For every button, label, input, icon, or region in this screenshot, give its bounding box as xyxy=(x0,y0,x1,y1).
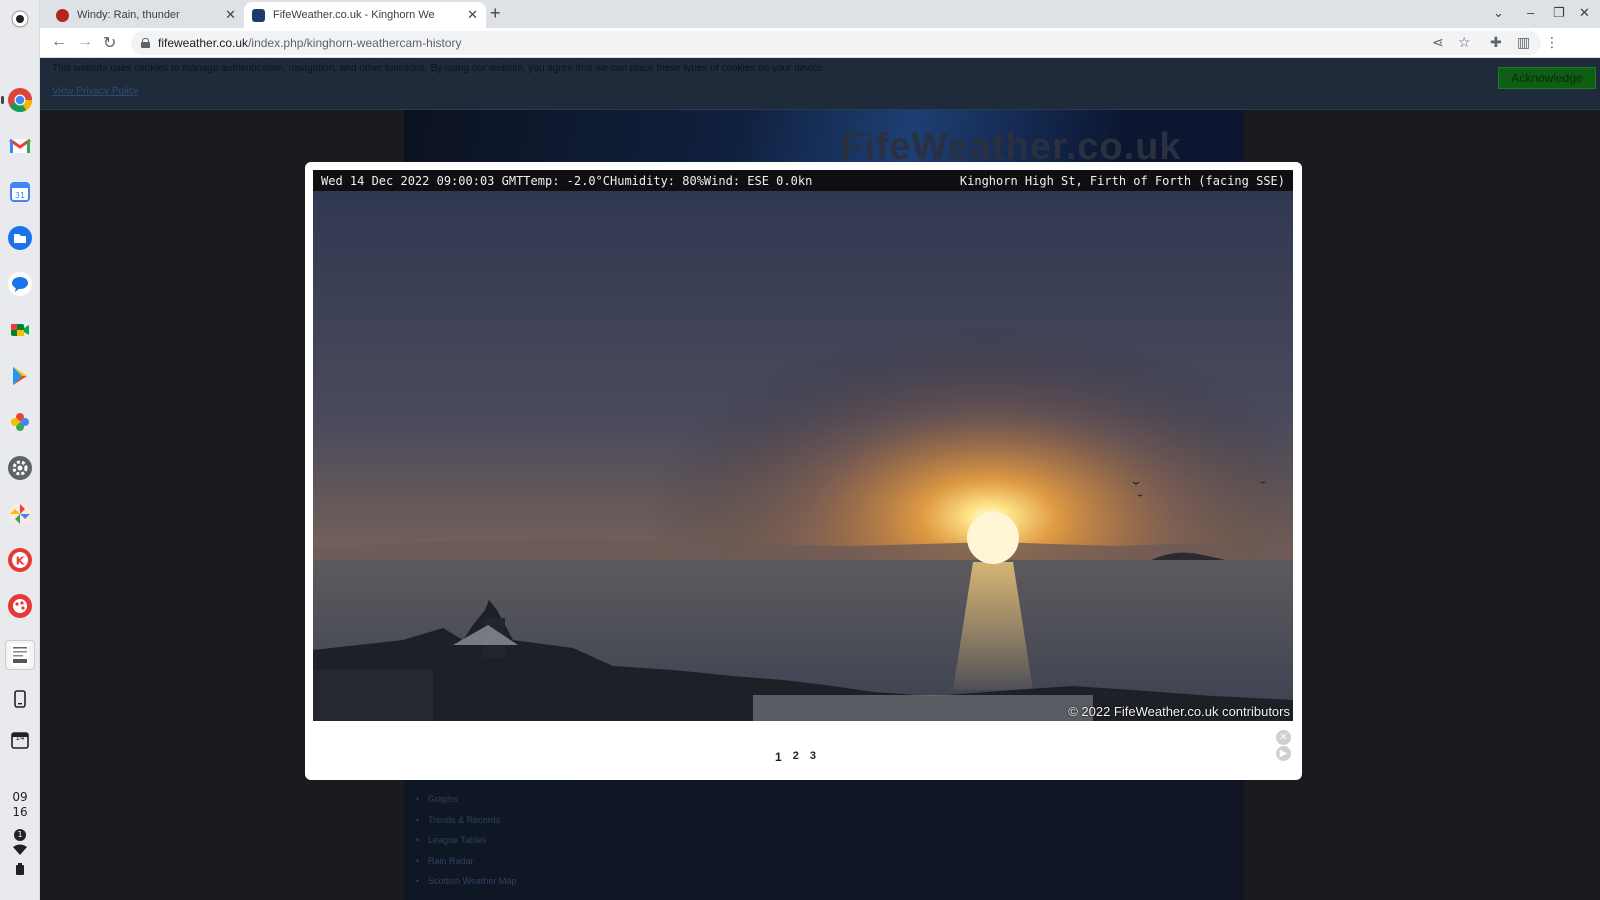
windy-favicon-icon xyxy=(56,8,69,22)
play-circle-icon[interactable]: ▶ xyxy=(1276,746,1291,761)
menu-item-trends-records[interactable]: Trends & Records xyxy=(416,815,500,825)
cookie-text: This website uses cookies to manage auth… xyxy=(52,63,826,74)
files-app[interactable] xyxy=(5,223,35,253)
menu-item-scottish-weather-map[interactable]: Scottish Weather Map xyxy=(416,876,516,886)
wifi-icon[interactable] xyxy=(4,844,36,859)
url-host: fifeweather.co.uk xyxy=(158,36,249,50)
clock-minute[interactable]: 16 xyxy=(4,805,36,819)
clock-hour[interactable]: 09 xyxy=(4,790,36,804)
gear-icon xyxy=(8,456,32,480)
palette-icon xyxy=(8,594,32,618)
pinwheel-icon xyxy=(9,503,31,525)
fifeweather-favicon-icon xyxy=(252,8,265,22)
launcher-button[interactable] xyxy=(5,4,35,34)
bookmark-star-icon[interactable]: ☆ xyxy=(1458,34,1471,51)
close-tab-icon[interactable]: ✕ xyxy=(225,7,236,23)
gmail-icon xyxy=(9,138,31,153)
side-panel-icon[interactable]: ▥ xyxy=(1517,34,1530,51)
new-tab-plus-icon[interactable]: + xyxy=(490,3,501,24)
launcher-icon xyxy=(11,10,29,28)
files-icon xyxy=(8,226,32,250)
running-indicator xyxy=(1,96,4,104)
phone-icon xyxy=(14,690,26,708)
webcam-copyright: © 2022 FifeWeather.co.uk contributors xyxy=(1068,704,1290,719)
sunrise-scene-image xyxy=(313,170,1293,721)
meet-icon xyxy=(11,324,29,336)
chrome-icon xyxy=(8,88,32,113)
kinemaster-app[interactable]: K xyxy=(5,545,35,575)
paint-app[interactable] xyxy=(5,591,35,621)
battery-icon[interactable] xyxy=(4,863,36,878)
page-1-link[interactable]: 1 xyxy=(775,750,782,764)
url-path: /index.php/kinghorn-weathercam-history xyxy=(248,36,462,50)
tab-search-chevron-icon[interactable]: ⌄ xyxy=(1493,5,1504,21)
play-store-icon xyxy=(13,367,27,385)
calendar-date-button[interactable]: 14 xyxy=(5,725,35,755)
lock-icon[interactable] xyxy=(141,38,150,48)
webcam-wind: Wind: ESE 0.0kn xyxy=(703,173,813,188)
menu-item-graphs[interactable]: Graphs xyxy=(416,794,457,804)
photos-icon xyxy=(11,413,29,431)
tab-windy[interactable]: Windy: Rain, thunder ✕ xyxy=(48,2,244,28)
pinwheel-app[interactable] xyxy=(5,499,35,529)
webcam-lightbox: Wed 14 Dec 2022 09:00:03 GMT Temp: -2.0°… xyxy=(305,162,1302,780)
notification-count: 1 xyxy=(14,829,26,841)
privacy-policy-link[interactable]: View Privacy Policy xyxy=(52,86,139,97)
close-window-icon[interactable]: ✕ xyxy=(1579,5,1590,21)
os-shelf: 31 K 14 09 16 1 xyxy=(0,0,40,900)
notification-badge[interactable]: 1 xyxy=(4,826,36,841)
chat-icon xyxy=(8,272,32,296)
address-bar[interactable]: fifeweather.co.uk/index.php/kinghorn-wea… xyxy=(131,31,1541,55)
tab-fifeweather[interactable]: FifeWeather.co.uk - Kinghorn We ✕ xyxy=(244,2,486,28)
document-app[interactable] xyxy=(5,640,35,670)
webcam-humidity: Humidity: 80% xyxy=(610,173,704,188)
reload-icon[interactable]: ↻ xyxy=(103,33,116,53)
tab-strip: Windy: Rain, thunder ✕ FifeWeather.co.uk… xyxy=(40,0,1600,28)
chat-app[interactable] xyxy=(5,269,35,299)
back-arrow-icon[interactable]: ← xyxy=(51,33,67,51)
calendar-day: 14 xyxy=(15,734,25,742)
browser-toolbar: ← → ↻ fifeweather.co.uk/index.php/kingho… xyxy=(40,28,1600,58)
document-thumbnail-icon xyxy=(11,644,29,666)
meet-app[interactable] xyxy=(5,315,35,345)
cookie-consent-bar: This website uses cookies to manage auth… xyxy=(40,58,1600,110)
page-3-link[interactable]: 3 xyxy=(810,750,816,764)
tab-title: FifeWeather.co.uk - Kinghorn We xyxy=(273,9,435,21)
gmail-app[interactable] xyxy=(5,131,35,161)
page-content: FifeWeather.co.uk This website uses cook… xyxy=(40,58,1600,900)
extensions-puzzle-icon[interactable]: ✚ xyxy=(1490,34,1502,51)
play-store-app[interactable] xyxy=(5,361,35,391)
calendar-icon: 31 xyxy=(10,182,30,202)
restore-icon[interactable]: ❐ xyxy=(1553,5,1565,21)
menu-item-rain-radar[interactable]: Rain Radar xyxy=(416,856,473,866)
webcam-timestamp: Wed 14 Dec 2022 09:00:03 GMT xyxy=(321,173,524,188)
webcam-location: Kinghorn High St, Firth of Forth (facing… xyxy=(959,173,1285,188)
gallery-pager: 1 2 3 xyxy=(775,750,816,764)
forward-arrow-icon[interactable]: → xyxy=(77,33,93,51)
k-app-icon: K xyxy=(8,548,32,572)
close-tab-icon[interactable]: ✕ xyxy=(467,7,478,23)
acknowledge-button[interactable]: Acknowledge xyxy=(1498,67,1596,89)
site-side-menu: Graphs Trends & Records League Tables Ra… xyxy=(404,778,572,900)
svg-text:31: 31 xyxy=(15,191,25,200)
page-2-link[interactable]: 2 xyxy=(793,750,799,764)
calendar-app[interactable]: 31 xyxy=(5,177,35,207)
menu-item-league-tables[interactable]: League Tables xyxy=(416,835,486,845)
share-icon[interactable]: ⋖ xyxy=(1432,34,1444,51)
settings-app[interactable] xyxy=(5,453,35,483)
webcam-temp: Temp: -2.0°C xyxy=(523,173,610,188)
close-circle-icon[interactable]: ✕ xyxy=(1276,730,1291,745)
svg-text:K: K xyxy=(16,555,25,568)
phone-hub-button[interactable] xyxy=(5,684,35,714)
webcam-image[interactable]: Wed 14 Dec 2022 09:00:03 GMT Temp: -2.0°… xyxy=(313,170,1293,721)
tab-title: Windy: Rain, thunder xyxy=(77,9,180,21)
minimize-icon[interactable]: – xyxy=(1527,5,1534,20)
photos-app[interactable] xyxy=(5,407,35,437)
chrome-app[interactable] xyxy=(5,85,35,115)
webcam-overlay-bar: Wed 14 Dec 2022 09:00:03 GMT Temp: -2.0°… xyxy=(313,170,1293,191)
kebab-menu-icon[interactable]: ⋮ xyxy=(1545,34,1559,51)
